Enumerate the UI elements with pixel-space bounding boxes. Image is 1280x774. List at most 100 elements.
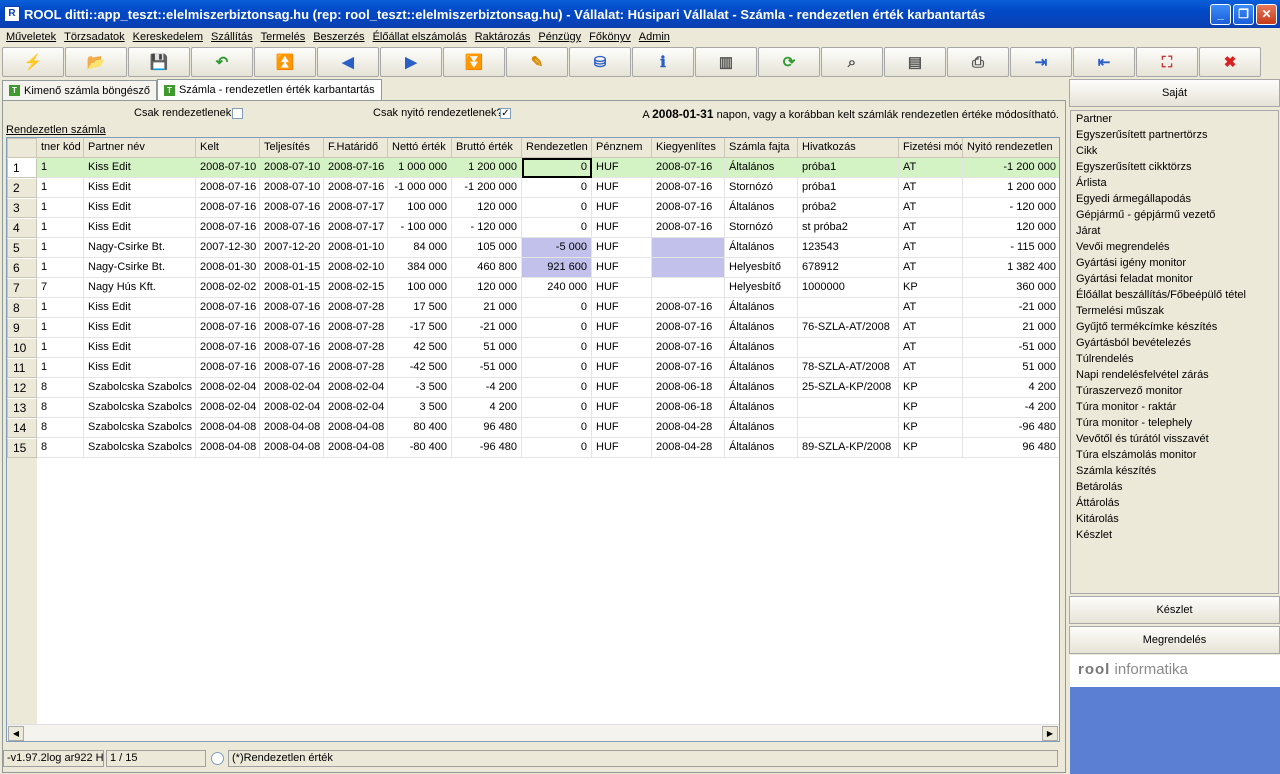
table-cell[interactable]: 1	[37, 298, 84, 318]
row-number[interactable]: 5	[7, 238, 37, 258]
table-cell[interactable]: Nagy-Csirke Bt.	[84, 258, 196, 278]
own-menu-item[interactable]: Áttárolás	[1071, 495, 1278, 511]
table-cell[interactable]: -96 480	[452, 438, 522, 458]
table-cell[interactable]: 84 000	[388, 238, 452, 258]
table-cell[interactable]: 2008-07-16	[196, 338, 260, 358]
table-cell[interactable]: HUF	[592, 278, 652, 298]
table-cell[interactable]	[652, 238, 725, 258]
table-cell[interactable]: -17 500	[388, 318, 452, 338]
column-header[interactable]: Fizetési móc	[899, 138, 963, 158]
table-cell[interactable]: 2008-07-16	[652, 358, 725, 378]
table-cell[interactable]: 2008-04-08	[260, 418, 324, 438]
table-cell[interactable]: 0	[522, 318, 592, 338]
toolbar-button-print[interactable]: ⎙	[947, 47, 1009, 77]
table-cell[interactable]: 89-SZLA-KP/2008	[798, 438, 899, 458]
table-cell[interactable]: AT	[899, 358, 963, 378]
own-menu-item[interactable]: Túra monitor - raktár	[1071, 399, 1278, 415]
table-cell[interactable]	[798, 418, 899, 438]
table-cell[interactable]: 2008-07-28	[324, 318, 388, 338]
table-cell[interactable]: 2008-07-16	[652, 198, 725, 218]
row-number[interactable]: 8	[7, 298, 37, 318]
table-cell[interactable]: 2008-07-16	[260, 338, 324, 358]
table-cell[interactable]: HUF	[592, 418, 652, 438]
table-cell[interactable]: 2008-07-16	[260, 318, 324, 338]
table-cell[interactable]: 25-SZLA-KP/2008	[798, 378, 899, 398]
tab-outgoing-invoice-browser[interactable]: T Kimenő számla böngésző	[2, 80, 157, 100]
table-cell[interactable]: 2008-02-04	[260, 378, 324, 398]
table-cell[interactable]: 2008-07-10	[260, 158, 324, 178]
table-cell[interactable]: 76-SZLA-AT/2008	[798, 318, 899, 338]
table-cell[interactable]: Kiss Edit	[84, 338, 196, 358]
table-cell[interactable]: Kiss Edit	[84, 318, 196, 338]
table-cell[interactable]: próba2	[798, 198, 899, 218]
table-cell[interactable]: Általános	[725, 318, 798, 338]
table-cell[interactable]: Szabolcska Szabolcs	[84, 398, 196, 418]
menu-item-2[interactable]: Kereskedelem	[129, 31, 207, 43]
toolbar-button-cancel[interactable]: ✖	[1199, 47, 1261, 77]
table-cell[interactable]: 2008-07-16	[652, 158, 725, 178]
table-cell[interactable]: -3 500	[388, 378, 452, 398]
table-cell[interactable]: 2008-01-15	[260, 278, 324, 298]
own-menu-button[interactable]: Saját	[1069, 79, 1280, 107]
own-menu-item[interactable]: Túraszervező monitor	[1071, 383, 1278, 399]
row-number[interactable]: 4	[7, 218, 37, 238]
table-cell[interactable]: -80 400	[388, 438, 452, 458]
table-cell[interactable]: -51 000	[963, 338, 1059, 358]
column-header[interactable]: F.Határidő	[324, 138, 388, 158]
only-unsettled-checkbox[interactable]	[232, 108, 243, 119]
own-menu-item[interactable]: Gyártási igény monitor	[1071, 255, 1278, 271]
table-cell[interactable]	[652, 258, 725, 278]
toolbar-button-import[interactable]: ⇤	[1073, 47, 1135, 77]
toolbar-button-save[interactable]: 💾	[128, 47, 190, 77]
table-cell[interactable]: 2008-07-16	[260, 218, 324, 238]
own-menu-item[interactable]: Gyűjtő termékcímke készítés	[1071, 319, 1278, 335]
table-cell[interactable]: 2008-07-16	[196, 318, 260, 338]
table-cell[interactable]: 1	[37, 218, 84, 238]
table-cell[interactable]: 2008-07-16	[324, 178, 388, 198]
own-menu-item[interactable]: Túra elszámolás monitor	[1071, 447, 1278, 463]
table-cell[interactable]: 2008-02-04	[260, 398, 324, 418]
table-cell[interactable]: 42 500	[388, 338, 452, 358]
table-cell[interactable]: 2008-06-18	[652, 378, 725, 398]
menu-item-0[interactable]: Műveletek	[2, 31, 60, 43]
only-opening-checkbox[interactable]: ✓	[500, 108, 511, 119]
table-cell[interactable]: -1 000 000	[388, 178, 452, 198]
toolbar-button-previous-record[interactable]: ◀	[317, 47, 379, 77]
table-cell[interactable]: -1 200 000	[452, 178, 522, 198]
table-cell[interactable]	[798, 298, 899, 318]
table-cell[interactable]: HUF	[592, 178, 652, 198]
table-cell[interactable]: 2008-02-02	[196, 278, 260, 298]
table-cell[interactable]: 2008-07-16	[324, 158, 388, 178]
table-cell[interactable]: 8	[37, 398, 84, 418]
toolbar-button-fullscreen[interactable]: ⛶	[1136, 47, 1198, 77]
toolbar-button-first-record[interactable]: ⏫	[254, 47, 316, 77]
own-menu-item[interactable]: Napi rendelésfelvétel zárás	[1071, 367, 1278, 383]
table-cell[interactable]: Általános	[725, 418, 798, 438]
table-cell[interactable]: 1	[37, 338, 84, 358]
toolbar-button-open-folder[interactable]: 📂	[65, 47, 127, 77]
table-cell[interactable]: 1	[37, 178, 84, 198]
table-cell[interactable]: HUF	[592, 438, 652, 458]
table-cell[interactable]: HUF	[592, 238, 652, 258]
own-menu-item[interactable]: Vevői megrendelés	[1071, 239, 1278, 255]
table-cell[interactable]: 21 000	[452, 298, 522, 318]
table-cell[interactable]: 360 000	[963, 278, 1059, 298]
table-cell[interactable]: 0	[522, 158, 592, 178]
own-menu-item[interactable]: Kitárolás	[1071, 511, 1278, 527]
table-cell[interactable]: Nagy-Csirke Bt.	[84, 238, 196, 258]
table-cell[interactable]: 0	[522, 178, 592, 198]
stock-button[interactable]: Készlet	[1069, 596, 1280, 624]
table-cell[interactable]: 2008-04-28	[652, 418, 725, 438]
row-number[interactable]: 6	[7, 258, 37, 278]
column-header[interactable]: tner kód	[37, 138, 84, 158]
own-menu-item[interactable]: Egyszerűsített partnertörzs	[1071, 127, 1278, 143]
table-cell[interactable]: AT	[899, 318, 963, 338]
scroll-right-icon[interactable]: ▶	[1042, 726, 1058, 741]
table-cell[interactable]: Kiss Edit	[84, 158, 196, 178]
table-cell[interactable]: HUF	[592, 398, 652, 418]
row-number[interactable]: 15	[7, 438, 37, 458]
own-menu-item[interactable]: Partner	[1071, 111, 1278, 127]
row-number[interactable]: 1	[7, 158, 37, 178]
table-cell[interactable]: Stornózó	[725, 218, 798, 238]
table-cell[interactable]: 0	[522, 398, 592, 418]
